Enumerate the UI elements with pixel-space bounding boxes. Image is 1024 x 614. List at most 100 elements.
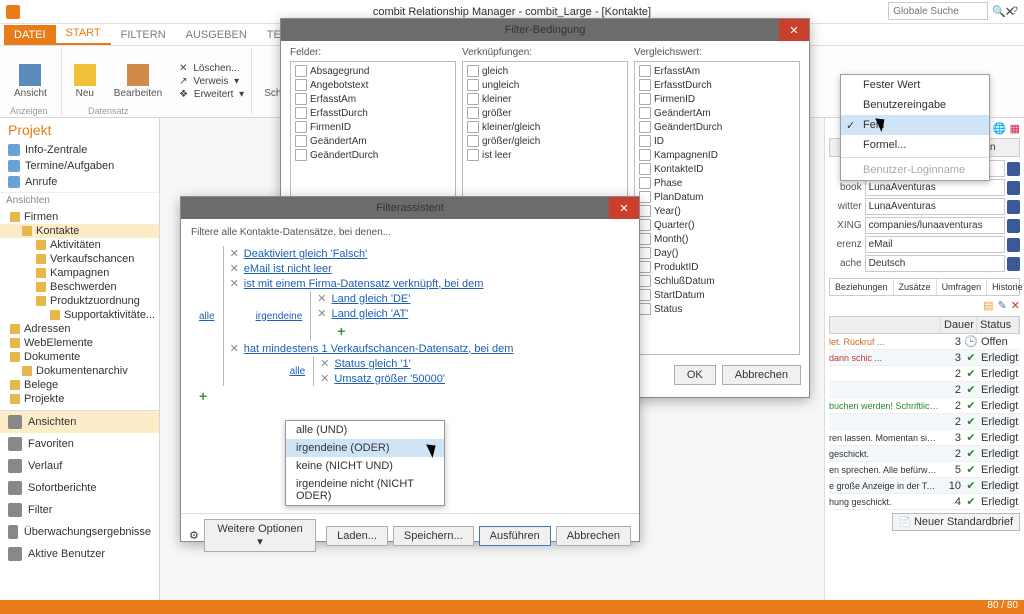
remove-icon[interactable]: ✕	[230, 262, 239, 275]
list-item[interactable]: GeändertDurch	[637, 120, 797, 134]
remove-icon[interactable]: ✕	[230, 247, 239, 260]
list-item[interactable]: Angebotstext	[293, 78, 453, 92]
list-item[interactable]: ist leer	[465, 148, 625, 162]
cond-status[interactable]: Status gleich '1'	[334, 358, 410, 370]
remove-icon[interactable]: ✕	[230, 342, 239, 355]
verweis-button[interactable]: ↗ Verweis ▾	[176, 75, 247, 88]
globe-icon[interactable]: 🌐	[993, 122, 1007, 135]
social-icon[interactable]	[1007, 238, 1020, 252]
section-filter[interactable]: Filter	[0, 499, 159, 521]
menu-item[interactable]: irgendeine (ODER)	[286, 439, 444, 457]
menu-item[interactable]: irgendeine nicht (NICHT ODER)	[286, 475, 444, 505]
list-item[interactable]: ungleich	[465, 78, 625, 92]
list-item[interactable]: StartDatum	[637, 288, 797, 302]
cond-deaktiviert[interactable]: Deaktiviert gleich 'Falsch'	[244, 248, 367, 260]
list-item[interactable]: KampagnenID	[637, 148, 797, 162]
list-item[interactable]: größer/gleich	[465, 134, 625, 148]
tab-start[interactable]: START	[56, 23, 111, 45]
list-item[interactable]: GeändertAm	[637, 106, 797, 120]
list-item[interactable]: GeändertDurch	[293, 148, 453, 162]
list-item[interactable]: SchlußDatum	[637, 274, 797, 288]
tree-node[interactable]: Dokumente	[0, 350, 159, 364]
table-row[interactable]: dann schic ...3✔Erledigt	[829, 350, 1020, 366]
subtab[interactable]: Zusätze	[894, 279, 937, 295]
tree-node[interactable]: Supportaktivitäte...	[0, 308, 159, 322]
ausfuehren-button[interactable]: Ausführen	[479, 526, 551, 546]
list-item[interactable]: ErfasstDurch	[293, 106, 453, 120]
menu-item[interactable]: Benutzereingabe	[841, 95, 989, 115]
laden-button[interactable]: Laden...	[326, 526, 388, 546]
list-item[interactable]: FirmenID	[637, 92, 797, 106]
table-row[interactable]: geschickt.2✔Erledigt	[829, 446, 1020, 462]
section-überwachungsergebnisse[interactable]: Überwachungsergebnisse	[0, 521, 159, 543]
menu-item[interactable]: Formel...	[841, 135, 989, 155]
list-item[interactable]: Month()	[637, 232, 797, 246]
list-item[interactable]: Day()	[637, 246, 797, 260]
group-alle[interactable]: alle	[199, 311, 215, 322]
list-item[interactable]: Phase	[637, 176, 797, 190]
section-favoriten[interactable]: Favoriten	[0, 433, 159, 455]
ok-button[interactable]: OK	[674, 365, 716, 385]
tree-node[interactable]: Aktivitäten	[0, 238, 159, 252]
tab-ausgeben[interactable]: AUSGEBEN	[176, 25, 257, 45]
list-item[interactable]: ProduktID	[637, 260, 797, 274]
tree-node[interactable]: Kampagnen	[0, 266, 159, 280]
menu-item[interactable]: alle (UND)	[286, 421, 444, 439]
list-item[interactable]: ErfasstDurch	[637, 78, 797, 92]
tree-node[interactable]: Verkaufschancen	[0, 252, 159, 266]
vgl-list[interactable]: ErfasstAmErfasstDurchFirmenIDGeändertAmG…	[634, 61, 800, 355]
table-row[interactable]: 2✔Erledigt	[829, 414, 1020, 430]
neuer-standardbrief-button[interactable]: 📄 Neuer Standardbrief	[892, 513, 1020, 531]
remove-icon[interactable]: ✕	[320, 357, 329, 370]
tree-node[interactable]: Kontakte	[0, 224, 159, 238]
cond-verkauf[interactable]: hat mindestens 1 Verkaufschancen-Datensa…	[244, 343, 514, 355]
list-item[interactable]: Status	[637, 302, 797, 316]
help-icon[interactable]: ?	[1012, 5, 1018, 17]
menu-item[interactable]: Feld	[841, 115, 989, 135]
filter-icon[interactable]: ▤	[983, 299, 993, 312]
neu-button[interactable]: Neu	[66, 62, 104, 101]
loeschen-button[interactable]: ✕ Löschen...	[176, 62, 247, 75]
social-icon[interactable]	[1007, 257, 1020, 271]
speichern-button[interactable]: Speichern...	[393, 526, 474, 546]
link-termine[interactable]: Termine/Aufgaben	[0, 158, 159, 174]
table-row[interactable]: 2✔Erledigt	[829, 366, 1020, 382]
tab-datei[interactable]: DATEI	[4, 25, 56, 45]
add-root-icon[interactable]: +	[199, 388, 629, 404]
tree-node[interactable]: Adressen	[0, 322, 159, 336]
delete-icon[interactable]: ✕	[1011, 299, 1020, 312]
list-item[interactable]: kleiner/gleich	[465, 120, 625, 134]
add-icon[interactable]: +	[337, 323, 410, 339]
tree-node[interactable]: Produktzuordnung	[0, 294, 159, 308]
cancel-button[interactable]: Abbrechen	[722, 365, 801, 385]
close-icon[interactable]: ✕	[609, 197, 639, 219]
detail-subtabs[interactable]: BeziehungenZusätzeUmfragenHistorie	[829, 278, 1020, 296]
link-info-zentrale[interactable]: Info-Zentrale	[0, 142, 159, 158]
tree-node[interactable]: Projekte	[0, 392, 159, 406]
list-item[interactable]: Absagegrund	[293, 64, 453, 78]
menu-item[interactable]: keine (NICHT UND)	[286, 457, 444, 475]
tree-node[interactable]: Firmen	[0, 210, 159, 224]
detail-input[interactable]	[865, 198, 1005, 215]
edit-icon[interactable]: ✎	[998, 299, 1007, 312]
section-ansichten[interactable]: Ansichten	[0, 411, 159, 433]
detail-input[interactable]	[865, 217, 1005, 234]
social-icon[interactable]	[1007, 200, 1020, 214]
list-item[interactable]: ErfasstAm	[637, 64, 797, 78]
cond-firma[interactable]: ist mit einem Firma-Datensatz verknüpft,…	[244, 278, 484, 290]
bearbeiten-button[interactable]: Bearbeiten	[106, 62, 170, 101]
social-icon[interactable]	[1007, 181, 1020, 195]
doc-icon[interactable]: ▦	[1010, 122, 1020, 135]
ansicht-button[interactable]: Ansicht	[6, 62, 55, 101]
subtab[interactable]: Umfragen	[937, 279, 988, 295]
remove-icon[interactable]: ✕	[317, 292, 326, 305]
section-aktive benutzer[interactable]: Aktive Benutzer	[0, 543, 159, 565]
table-row[interactable]: e große Anzeige in der Tageszeitung gese…	[829, 478, 1020, 494]
table-row[interactable]: en sprechen. Alle befürworten das Teambu…	[829, 462, 1020, 478]
project-tree[interactable]: FirmenKontakteAktivitätenVerkaufschancen…	[0, 208, 159, 408]
close-icon[interactable]: ✕	[779, 19, 809, 41]
erweitert-button[interactable]: ❖ Erweitert ▾	[176, 88, 247, 101]
menu-item[interactable]: Fester Wert	[841, 75, 989, 95]
table-row[interactable]: let. Rückruf ...3🕒Offen	[829, 334, 1020, 350]
subtab[interactable]: Beziehungen	[830, 279, 894, 295]
